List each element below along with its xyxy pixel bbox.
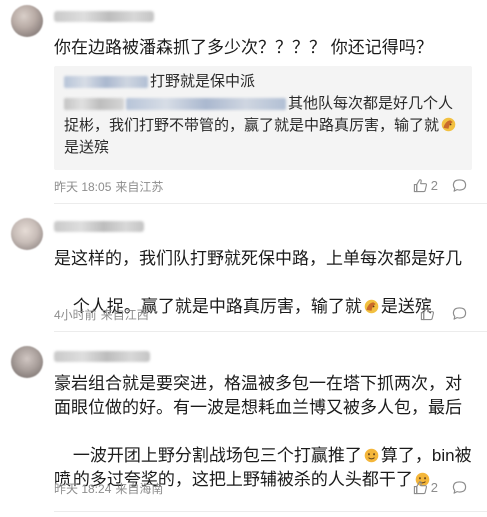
username-redacted[interactable] [54,221,144,232]
thumbs-up-icon [420,306,435,320]
thumbs-up-icon [413,480,427,494]
quote-text-redacted [126,98,286,111]
thumbs-up-icon [413,178,427,192]
comment-meta: 4小时前 来自江西 [54,306,149,323]
like-button[interactable]: 2 [413,178,438,193]
reply-button[interactable] [452,178,467,193]
comment-item: 你在边路被潘森抓了多少次？？？？ 你还记得吗？ 打野就是保中派 其他队每次都是好… [0,0,487,204]
comment-time: 昨天 18:24 [54,482,112,496]
comment-meta: 昨天 18:24 来自海南 [54,480,163,497]
quote-username-redacted [64,76,148,89]
reply-button[interactable] [452,306,467,321]
like-count: 2 [430,177,438,193]
quote-text: 其他队每次都是好几个人 [288,95,454,112]
comment-bubble-icon [452,178,467,192]
like-count: 2 [430,479,438,495]
comment-time: 4小时前 [54,308,97,322]
comment-actions: 2 [413,176,467,194]
comment-item: 豪岩组合就是要突进，格温被多包一在塔下抓两次，对 面眼位做的好。有一波是想耗血兰… [0,332,487,517]
quote-line: 是送殡 [64,139,110,156]
username-redacted[interactable] [54,351,150,362]
comment-text: 豪岩组合就是要突进，格温被多包一在塔下抓两次，对 [54,374,462,393]
avatar[interactable] [11,346,43,378]
quote-text-redacted [64,98,124,111]
comment-location: 来自江苏 [115,180,164,194]
comment-actions: 2 [413,478,467,496]
like-button[interactable]: 2 [413,480,438,495]
comment-time: 昨天 18:05 [54,180,112,194]
like-button[interactable] [420,306,438,321]
quote-line: 打野就是保中派 [64,71,255,93]
comment-location: 来自海南 [115,482,164,496]
quote-line: 其他队每次都是好几个人 [64,93,453,115]
comment-text: 面眼位做的好。有一波是想耗血兰博又被多人包，最后 [54,398,462,417]
comment-meta: 昨天 18:05 来自江苏 [54,178,163,195]
avatar[interactable] [11,5,43,37]
quote-line: 捉彬，我们打野不带管的，赢了就是中路真厉害，输了就 [64,115,458,137]
comment-text: 是这样的，我们队打野就死保中路，上单每次都是好几 [54,249,462,268]
comment-item: 是这样的，我们队打野就死保中路，上单每次都是好几 个人捉。赢了就是中路真厉害，输… [0,204,487,332]
reply-button[interactable] [452,480,467,495]
avatar[interactable] [11,218,43,250]
quote-text: 打野就是保中派 [150,73,256,90]
comment-text: 你在边路被潘森抓了多少次？？？？ 你还记得吗？ [54,38,433,57]
comment-bubble-icon [452,306,467,320]
comment-bubble-icon [452,480,467,494]
comment-location: 来自江西 [100,308,149,322]
face-palm-emoji [441,117,456,132]
quoted-reply[interactable]: 打野就是保中派 其他队每次都是好几个人 捉彬，我们打野不带管的，赢了就是中路真厉… [54,66,472,170]
comment-actions [420,304,467,322]
face-palm-emoji [364,299,379,314]
quote-text: 捉彬，我们打野不带管的，赢了就是中路真厉害，输了就 [64,117,440,134]
username-redacted[interactable] [54,11,154,22]
divider [54,511,487,512]
